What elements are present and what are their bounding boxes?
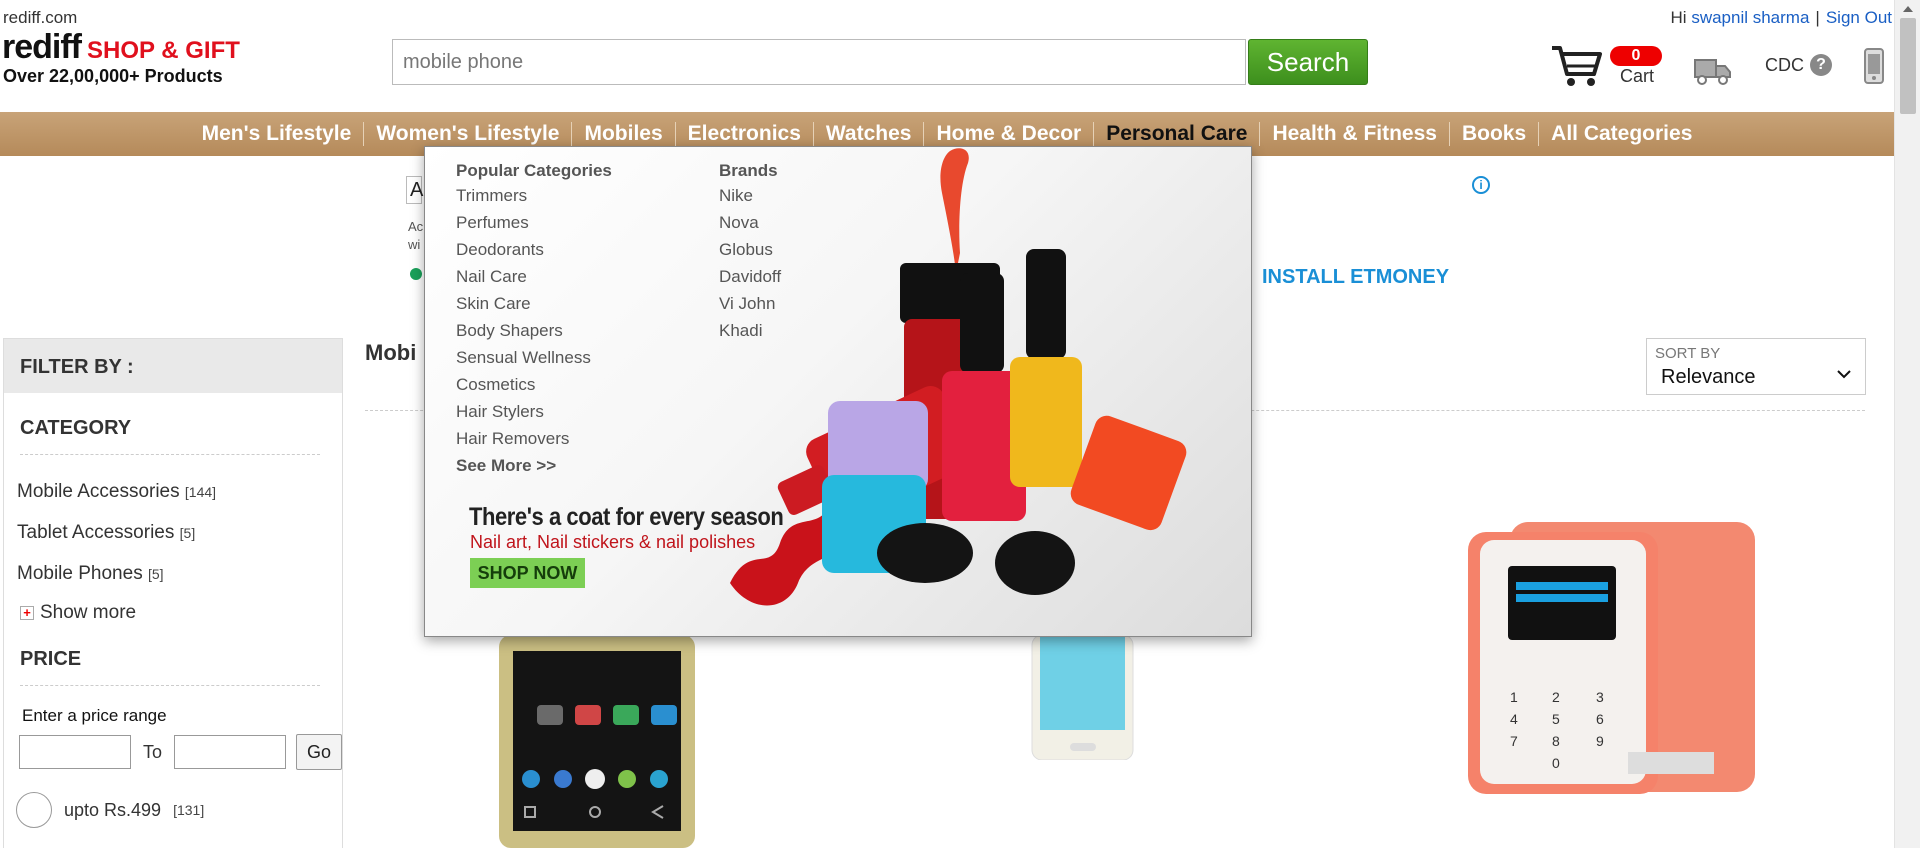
svg-text:2: 2 xyxy=(1552,689,1560,705)
cart-label: Cart xyxy=(1620,66,1655,86)
delivery-truck-icon[interactable] xyxy=(1694,56,1732,91)
nav-books[interactable]: Books xyxy=(1450,122,1540,146)
show-more-button[interactable]: + Show more xyxy=(20,602,342,624)
svg-text:0: 0 xyxy=(1552,755,1560,771)
category-name: Mobile Accessories xyxy=(17,481,180,502)
svg-text:1: 1 xyxy=(1510,689,1518,705)
price-min-input[interactable] xyxy=(19,735,131,769)
category-item[interactable]: Mobile Phones [5] xyxy=(17,563,342,585)
see-more-link[interactable]: See More >> xyxy=(456,452,612,479)
nav-mens-lifestyle[interactable]: Men's Lifestyle xyxy=(190,122,365,146)
category-list: Mobile Accessories [144] Tablet Accessor… xyxy=(17,481,342,585)
user-name-link[interactable]: swapnil sharma xyxy=(1691,8,1809,27)
greeting-separator: | xyxy=(1815,8,1820,27)
popular-categories-column: Popular Categories Trimmers Perfumes Deo… xyxy=(456,161,612,479)
show-more-label: Show more xyxy=(40,602,137,623)
logo-tag: SHOP & GIFT xyxy=(87,37,240,64)
popular-categories-heading: Popular Categories xyxy=(456,161,612,180)
product-image-white-phone[interactable] xyxy=(1030,634,1135,761)
price-go-button[interactable]: Go xyxy=(296,734,343,770)
ad-badge-icon xyxy=(410,268,422,280)
price-option-label: upto Rs.499 xyxy=(64,799,162,820)
search-input[interactable] xyxy=(393,40,1245,84)
category-heading: CATEGORY xyxy=(20,417,320,455)
ad-install-link[interactable]: INSTALL ETMONEY xyxy=(1262,266,1449,289)
menu-item-hair-removers[interactable]: Hair Removers xyxy=(456,425,612,452)
help-icon[interactable]: ? xyxy=(1810,54,1832,76)
promo-subheading: Nail art, Nail stickers & nail polishes xyxy=(470,532,756,552)
svg-text:5: 5 xyxy=(1552,711,1560,727)
price-radio[interactable] xyxy=(16,792,52,828)
price-max-input[interactable] xyxy=(174,735,287,769)
product-image-card-phone[interactable]: 1 2 3 4 5 6 7 8 9 0 xyxy=(1450,520,1760,800)
price-option-count: [131] xyxy=(173,802,205,818)
price-to-label: To xyxy=(143,741,163,762)
svg-text:6: 6 xyxy=(1596,711,1604,727)
category-count: [144] xyxy=(184,484,217,500)
scroll-thumb[interactable] xyxy=(1900,18,1916,114)
price-range-label: Enter a price range xyxy=(22,706,167,725)
results-title: Mobi xyxy=(365,340,417,365)
ad-text: Ac wi xyxy=(408,219,424,252)
nav-all-categories[interactable]: All Categories xyxy=(1539,122,1704,146)
site-logo[interactable]: rediff SHOP & GIFT xyxy=(2,28,240,67)
user-greeting: Hi swapnil sharma | Sign Out xyxy=(1671,8,1892,28)
svg-text:3: 3 xyxy=(1596,689,1604,705)
svg-text:9: 9 xyxy=(1596,733,1604,749)
logo-word: rediff xyxy=(2,28,82,66)
svg-text:4: 4 xyxy=(1510,711,1518,727)
page-scrollbar[interactable] xyxy=(1894,0,1920,848)
cart-button[interactable]: 0 Cart xyxy=(1550,42,1670,92)
category-name: Mobile Phones xyxy=(17,563,143,584)
category-item[interactable]: Tablet Accessories [5] xyxy=(17,522,342,544)
filter-sidebar: FILTER BY : CATEGORY Mobile Accessories … xyxy=(3,338,343,848)
menu-item-sensual-wellness[interactable]: Sensual Wellness xyxy=(456,344,612,371)
cdc-label: CDC xyxy=(1765,54,1804,75)
category-count: [5] xyxy=(179,525,196,541)
nav-mobiles[interactable]: Mobiles xyxy=(572,122,676,146)
price-heading: PRICE xyxy=(20,648,320,686)
menu-item-cosmetics[interactable]: Cosmetics xyxy=(456,371,612,398)
filter-heading: FILTER BY : xyxy=(4,339,342,393)
nail-polish-promo-image[interactable] xyxy=(710,143,1290,628)
menu-item-body-shapers[interactable]: Body Shapers xyxy=(456,317,612,344)
scroll-up-icon[interactable] xyxy=(1903,6,1913,12)
menu-item-deodorants[interactable]: Deodorants xyxy=(456,236,612,263)
page: rediff.com rediff SHOP & GIFT Over 22,00,… xyxy=(0,0,1920,848)
plus-icon: + xyxy=(20,606,34,620)
search-button[interactable]: Search xyxy=(1248,39,1368,85)
nav-womens-lifestyle[interactable]: Women's Lifestyle xyxy=(364,122,573,146)
greeting-prefix: Hi xyxy=(1670,8,1687,27)
svg-text:8: 8 xyxy=(1552,733,1560,749)
menu-item-skin-care[interactable]: Skin Care xyxy=(456,290,612,317)
price-range-row: To Go xyxy=(19,734,343,770)
price-option[interactable]: upto Rs.499 [131] xyxy=(16,792,342,828)
product-image-android-phone[interactable] xyxy=(485,635,735,848)
category-count: [5] xyxy=(147,566,164,582)
personal-care-dropdown: Popular Categories Trimmers Perfumes Deo… xyxy=(424,146,1252,637)
search-box xyxy=(392,39,1246,85)
sort-select[interactable]: SORT BY Relevance xyxy=(1646,338,1866,395)
sign-out-link[interactable]: Sign Out xyxy=(1826,8,1892,27)
tagline: Over 22,00,000+ Products xyxy=(3,66,223,86)
ad-search-box[interactable]: A xyxy=(406,176,423,204)
sort-value: Relevance xyxy=(1661,366,1756,388)
cdc-link[interactable]: CDC ? xyxy=(1765,54,1832,76)
menu-item-hair-stylers[interactable]: Hair Stylers xyxy=(456,398,612,425)
chevron-down-icon xyxy=(1837,370,1851,379)
category-name: Tablet Accessories xyxy=(17,522,175,543)
svg-text:7: 7 xyxy=(1510,733,1518,749)
category-item[interactable]: Mobile Accessories [144] xyxy=(17,481,342,503)
mobile-app-icon[interactable] xyxy=(1863,47,1885,90)
cart-count-badge: 0 xyxy=(1610,46,1662,66)
menu-item-perfumes[interactable]: Perfumes xyxy=(456,209,612,236)
menu-item-trimmers[interactable]: Trimmers xyxy=(456,182,612,209)
promo-heading: There's a coat for every season xyxy=(469,503,784,531)
site-url: rediff.com xyxy=(3,8,78,27)
sort-label: SORT BY xyxy=(1655,345,1721,362)
cart-icon xyxy=(1552,46,1602,86)
shop-now-button[interactable]: SHOP NOW xyxy=(470,558,585,588)
menu-item-nail-care[interactable]: Nail Care xyxy=(456,263,612,290)
ad-info-icon[interactable]: i xyxy=(1472,176,1490,194)
